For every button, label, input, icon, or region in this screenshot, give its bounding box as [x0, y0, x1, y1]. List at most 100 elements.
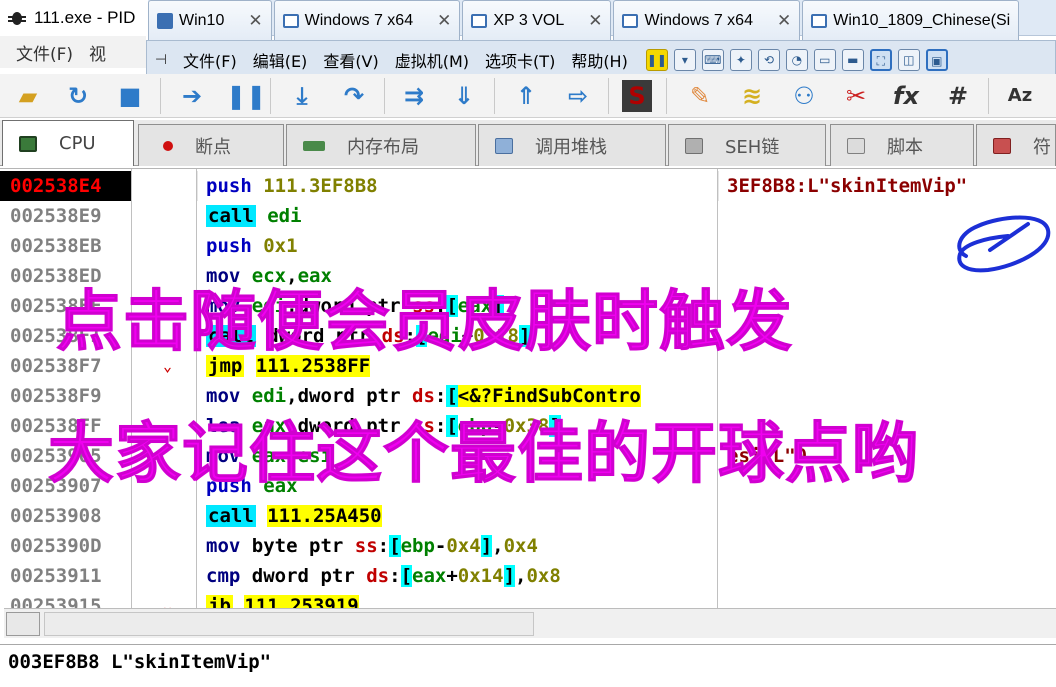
vm-tab-win7-a[interactable]: Windows 7 x64 ✕ — [273, 0, 461, 40]
pause-run-icon[interactable]: ❚❚ — [226, 80, 266, 112]
pause-icon[interactable]: ❚❚ — [645, 49, 668, 71]
revert-snapshot-icon[interactable]: ⟲ — [757, 49, 780, 71]
trace-into-icon[interactable]: ⇉ — [398, 80, 430, 112]
address-cell[interactable]: 00253915 — [6, 591, 130, 608]
horizontal-scrollbar[interactable] — [4, 608, 1056, 638]
instruction-row[interactable]: cmp dword ptr ds:[eax+0x14],0x8 — [206, 561, 561, 591]
tab-cpu[interactable]: CPU — [2, 120, 134, 166]
dropdown-icon[interactable]: ▾ — [673, 49, 696, 71]
instruction-row[interactable]: jb 111.253919 — [206, 591, 359, 608]
operand-token: , — [515, 565, 527, 587]
toolbar-separator — [608, 78, 609, 114]
vm-tab-xp[interactable]: XP 3 VOL ✕ — [462, 0, 612, 40]
tab-seh-chain[interactable]: SEH链 — [668, 124, 826, 166]
address-column: 002538E4 002538E9 002538EB 002538ED 002538EF… — [0, 169, 132, 608]
mnemonic: jb — [206, 595, 233, 608]
scroll-thumb[interactable] — [6, 612, 40, 636]
functions-icon[interactable]: fx — [890, 80, 922, 112]
pin-icon[interactable]: ⊣ — [147, 52, 175, 68]
fullscreen-icon[interactable]: ⛶ — [869, 49, 892, 71]
operand-token: 111.25A450 — [267, 505, 382, 527]
mnemonic: push — [206, 235, 252, 257]
scroll-track[interactable] — [44, 612, 534, 636]
address-cell[interactable]: 002538EB — [6, 231, 130, 261]
variables-icon[interactable]: # — [942, 80, 974, 112]
snapshot-icon[interactable]: ✦ — [729, 49, 752, 71]
operand-token: ptr — [320, 565, 355, 587]
trace-over-icon[interactable]: ⇓ — [448, 80, 480, 112]
vm-tab-label: Win10 — [179, 11, 225, 29]
tab-label: 断点 — [195, 136, 231, 158]
tab-call-stack[interactable]: 调用堆栈 — [478, 124, 666, 166]
run-icon[interactable]: ➔ — [176, 80, 208, 112]
debugger-view-tabs: CPU 断点 内存布局 调用堆栈 SEH链 脚本 符 — [0, 120, 1056, 166]
disassembly-view[interactable]: 002538E4 002538E9 002538EB 002538ED 002538EF… — [0, 168, 1056, 608]
tab-label: SEH链 — [725, 136, 780, 158]
mnemonic: cmp — [206, 565, 241, 587]
vm-menu-file[interactable]: 文件(F) — [175, 48, 245, 72]
execute-till-return-icon[interactable]: ⇑ — [510, 80, 542, 112]
vm-tab-win10-1809[interactable]: Win10_1809_Chinese(Si — [802, 0, 1020, 40]
address-cell[interactable]: 002538E4 — [0, 171, 131, 201]
restart-icon[interactable]: ↻ — [62, 80, 94, 112]
instruction-row[interactable]: call edi — [206, 201, 302, 231]
tab-label: 符 — [1033, 136, 1051, 158]
close-icon[interactable]: ✕ — [777, 11, 791, 31]
instruction-row[interactable]: call 111.25A450 — [206, 501, 382, 531]
instruction-row[interactable]: mov byte ptr ss:[ebp-0x4],0x4 — [206, 531, 538, 561]
instruction-row[interactable]: push 111.3EF8B8 — [206, 171, 378, 201]
tab-memory-map[interactable]: 内存布局 — [286, 124, 476, 166]
instruction-row[interactable]: push 0x1 — [206, 231, 298, 261]
vm-menu-vm[interactable]: 虚拟机(M) — [387, 48, 477, 72]
comments-icon[interactable]: ≋ — [736, 80, 768, 112]
close-icon[interactable]: ✕ — [437, 11, 451, 31]
tab-script[interactable]: 脚本 — [830, 124, 974, 166]
step-into-icon[interactable]: ⤓ — [286, 80, 318, 112]
close-icon[interactable]: ✕ — [588, 11, 602, 31]
toolbar-separator — [988, 78, 989, 114]
address-cell[interactable]: 002538E9 — [6, 201, 130, 231]
vm-icon — [622, 13, 639, 28]
sidebar-icon[interactable]: ▭ — [813, 49, 836, 71]
scylla-icon[interactable]: S — [622, 80, 652, 112]
vm-tab-win7-b[interactable]: Windows 7 x64 ✕ — [613, 0, 801, 40]
vm-tab-win10[interactable]: Win10 ✕ — [148, 0, 272, 40]
operand-token: 0x8 — [526, 565, 561, 587]
vm-menu-view[interactable]: 查看(V) — [315, 48, 386, 72]
unity-icon[interactable]: ◫ — [897, 49, 920, 71]
bookmarks-icon[interactable]: ✂ — [840, 80, 872, 112]
address-cell[interactable]: 00253908 — [6, 501, 130, 531]
vm-menu-help[interactable]: 帮助(H) — [563, 48, 636, 72]
app-title: 111.exe - PID — [34, 8, 136, 27]
strings-icon[interactable]: Aᴢ — [1004, 80, 1036, 112]
comment-cell: 3EF8B8:L"skinItemVip" — [727, 175, 968, 197]
open-folder-icon[interactable]: ▰ — [12, 80, 44, 112]
thumbnail-icon[interactable]: ▬ — [841, 49, 864, 71]
info-text: 003EF8B8 L"skinItemVip" — [8, 651, 272, 673]
patch-icon[interactable]: ✎ — [684, 80, 716, 112]
send-keys-icon[interactable]: ⌨ — [701, 49, 724, 71]
labels-icon[interactable]: ⚇ — [788, 80, 820, 112]
vm-icon — [471, 13, 488, 28]
address-cell[interactable]: 00253911 — [6, 561, 130, 591]
jump-arrow-column: ⌄ ⌄ — [133, 169, 197, 608]
vm-menu-edit[interactable]: 编辑(E) — [245, 48, 316, 72]
menu-view[interactable]: 视 — [73, 40, 106, 65]
snapshot-manager-icon[interactable]: ◔ — [785, 49, 808, 71]
menu-file[interactable]: 文件(F) — [0, 40, 73, 65]
tab-label: CPU — [59, 133, 96, 154]
close-icon[interactable]: ✕ — [248, 11, 262, 31]
vm-tab-label: Windows 7 x64 — [304, 11, 414, 29]
mnemonic: call — [206, 505, 256, 527]
vm-menu-tabs[interactable]: 选项卡(T) — [477, 48, 563, 72]
tab-label: 脚本 — [887, 136, 923, 158]
operand-token: byte — [251, 535, 298, 557]
address-cell[interactable]: 0025390D — [6, 531, 130, 561]
console-view-icon[interactable]: ▣ — [925, 49, 948, 71]
tab-symbols[interactable]: 符 — [976, 124, 1056, 166]
tab-breakpoints[interactable]: 断点 — [138, 124, 284, 166]
run-to-user-code-icon[interactable]: ⇨ — [562, 80, 594, 112]
stop-icon[interactable]: ■ — [114, 80, 146, 112]
cpu-icon — [19, 135, 37, 152]
step-over-icon[interactable]: ↷ — [338, 80, 370, 112]
